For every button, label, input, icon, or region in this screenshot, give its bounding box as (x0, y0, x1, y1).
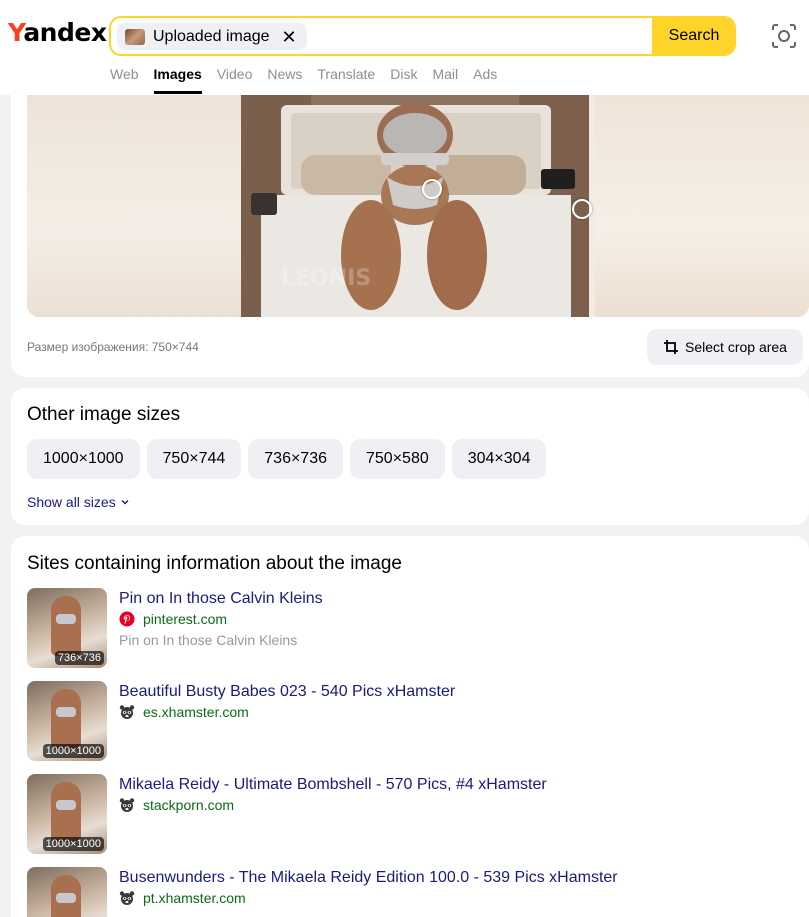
object-hotspot[interactable] (422, 179, 442, 199)
thumbnail-figure (51, 689, 81, 749)
site-thumbnail[interactable]: 1000×1000 (27, 774, 107, 854)
size-option-button[interactable]: 1000×1000 (27, 439, 140, 479)
object-hotspot[interactable] (572, 199, 592, 219)
image-preview-panel: LEONIS Размер изображения: 750×744 Selec… (11, 95, 809, 377)
uploaded-image-chip[interactable]: Uploaded image ✕ (117, 23, 307, 50)
site-thumbnail[interactable] (27, 867, 107, 917)
tab-disk[interactable]: Disk (390, 66, 417, 94)
chip-label: Uploaded image (153, 27, 270, 45)
preview-blur-right (595, 95, 809, 317)
other-sizes-panel: Other image sizes 1000×1000 750×744 736×73… (11, 388, 809, 525)
thumbnail-figure (51, 596, 81, 656)
crop-label: Select crop area (685, 339, 787, 355)
tab-web[interactable]: Web (110, 66, 139, 94)
thumbnail-detail (56, 800, 76, 810)
raccoon-icon (119, 891, 135, 905)
section-title: Other image sizes (27, 404, 181, 425)
size-option-button[interactable]: 750×744 (146, 439, 242, 479)
show-all-label: Show all sizes (27, 494, 116, 510)
raccoon-icon (119, 798, 135, 812)
site-domain-link[interactable]: pinterest.com (119, 611, 227, 627)
thumbnail-size-badge: 1000×1000 (42, 837, 104, 851)
uploaded-image-thumbnail (125, 28, 145, 45)
thumbnail-detail (56, 614, 76, 624)
thumbnail-figure (51, 782, 81, 842)
site-title-link[interactable]: Busenwunders - The Mikaela Reidy Edition… (119, 869, 618, 887)
site-description: Pin on In those Calvin Kleins (119, 632, 298, 648)
section-title: Sites containing information about the i… (27, 553, 402, 574)
site-result-item: Busenwunders - The Mikaela Reidy Edition… (27, 867, 797, 917)
camera-search-icon[interactable] (770, 22, 798, 50)
svg-text:LEONIS: LEONIS (281, 266, 371, 291)
select-crop-area-button[interactable]: Select crop area (647, 329, 803, 365)
preview-blur-left (27, 95, 241, 317)
site-domain-label: es.xhamster.com (143, 704, 249, 720)
tab-mail[interactable]: Mail (432, 66, 458, 94)
tab-ads[interactable]: Ads (473, 66, 497, 94)
site-domain-label: pt.xhamster.com (143, 890, 246, 906)
crop-icon (664, 340, 679, 354)
site-title-link[interactable]: Beautiful Busty Babes 023 - 540 Pics xHa… (119, 683, 455, 701)
tab-translate[interactable]: Translate (317, 66, 375, 94)
site-domain-link[interactable]: es.xhamster.com (119, 704, 249, 720)
header: Yandex Uploaded image ✕ Search Web Images… (0, 0, 809, 95)
thumbnail-detail (56, 893, 76, 903)
yandex-logo[interactable]: Yandex (8, 18, 107, 47)
size-option-button[interactable]: 304×304 (451, 439, 547, 479)
raccoon-icon (119, 705, 135, 719)
tab-video[interactable]: Video (217, 66, 253, 94)
show-all-sizes-link[interactable]: Show all sizes (27, 494, 130, 510)
image-preview: LEONIS (27, 95, 809, 317)
size-option-button[interactable]: 736×736 (248, 439, 343, 479)
logo-letter-y: Y (8, 18, 24, 47)
site-result-item: 736×736 Pin on In those Calvin Kleins pint… (27, 588, 797, 668)
search-box[interactable]: Uploaded image ✕ Search (109, 16, 736, 56)
site-result-item: 1000×1000 Beautiful Busty Babes 023 - 540… (27, 681, 797, 761)
thumbnail-size-badge: 1000×1000 (42, 744, 104, 758)
close-icon[interactable]: ✕ (282, 28, 297, 46)
site-thumbnail[interactable]: 736×736 (27, 588, 107, 668)
site-thumbnail[interactable]: 1000×1000 (27, 681, 107, 761)
tab-images[interactable]: Images (153, 66, 203, 94)
chevron-down-icon (121, 500, 129, 505)
search-button[interactable]: Search (652, 18, 734, 54)
size-option-button[interactable]: 750×580 (350, 439, 445, 479)
site-result-item: 1000×1000 Mikaela Reidy - Ultimate Bombsh… (27, 774, 797, 854)
site-title-link[interactable]: Mikaela Reidy - Ultimate Bombshell - 570… (119, 776, 547, 794)
thumbnail-size-badge: 736×736 (54, 651, 104, 665)
image-size-note: Размер изображения: 750×744 (27, 340, 199, 354)
site-domain-link[interactable]: stackporn.com (119, 797, 234, 813)
site-domain-link[interactable]: pt.xhamster.com (119, 890, 246, 906)
site-title-link[interactable]: Pin on In those Calvin Kleins (119, 590, 323, 608)
logo-text: andex (23, 18, 107, 47)
site-domain-label: pinterest.com (143, 611, 228, 627)
size-options: 1000×1000 750×744 736×736 750×580 304×304 (27, 439, 547, 479)
sites-panel: Sites containing information about the i… (11, 536, 809, 917)
tab-news[interactable]: News (267, 66, 302, 94)
thumbnail-detail (56, 707, 76, 717)
uploaded-image-preview: LEONIS (241, 95, 589, 317)
pinterest-icon (119, 611, 135, 627)
service-tabs: Web Images Video News Translate Disk Mail Ads (110, 66, 497, 94)
site-domain-label: stackporn.com (143, 797, 235, 813)
